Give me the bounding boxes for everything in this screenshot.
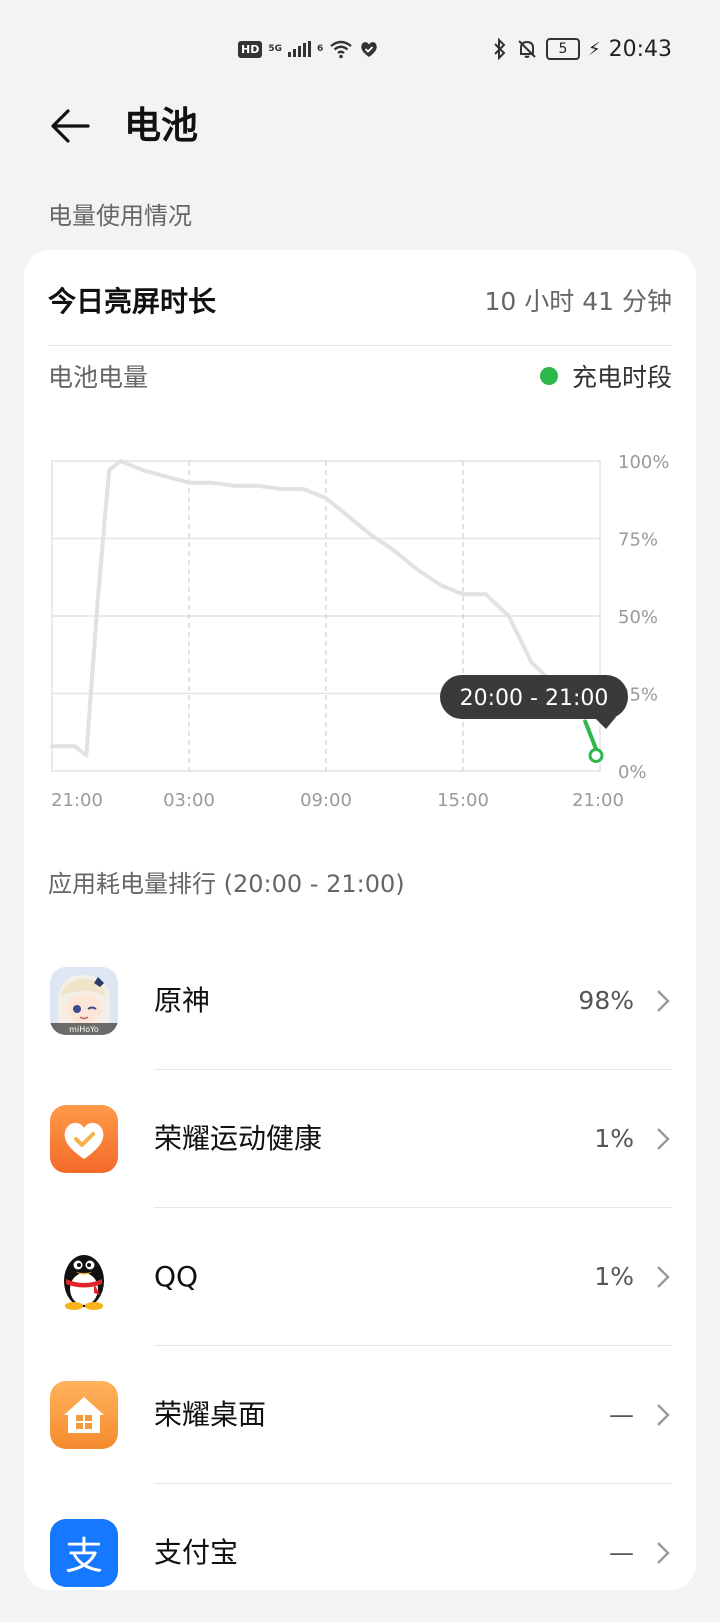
app-name: 荣耀桌面 — [154, 1398, 267, 1431]
legend-label: 充电时段 — [571, 363, 672, 392]
status-right: 5 ⚡ 20:43 — [492, 34, 672, 64]
screen-time-label: 今日亮屏时长 — [48, 285, 217, 318]
genshin-icon: miHoYo — [50, 967, 118, 1035]
battery-chart[interactable]: 100%75%50%25%0%21:00 03:00 09:00 15:00 21:00… — [24, 440, 696, 820]
app-name: QQ — [154, 1260, 199, 1293]
divider — [48, 345, 672, 346]
home-icon — [50, 1381, 118, 1449]
chevron-right-icon — [657, 1266, 670, 1288]
section-label: 电量使用情况 — [48, 202, 192, 230]
chevron-right-icon — [657, 1542, 670, 1564]
app-row-honor-launcher[interactable]: 荣耀桌面 — — [24, 1346, 696, 1484]
app-usage-value: 1% — [594, 1262, 634, 1291]
x-tick-label: 15:00 — [437, 790, 489, 811]
qq-penguin-icon — [50, 1243, 118, 1311]
app-name: 原神 — [154, 984, 211, 1017]
wifi-6-label: 6 — [317, 43, 324, 54]
app-row-genshin[interactable]: miHoYo 原神 98% — [24, 932, 696, 1070]
x-tick-label: 21:00 — [51, 790, 103, 811]
ranking-title: 应用耗电量排行 (20:00 - 21:00) — [48, 870, 405, 898]
legend-dot — [539, 367, 558, 385]
y-tick-label: 0% — [618, 762, 647, 783]
battery-card: 今日亮屏时长 10 小时 41 分钟 电池电量 充电时段 100% 75% 50% 2… — [24, 250, 696, 1590]
app-row-honor-health[interactable]: 荣耀运动健康 1% — [24, 1070, 696, 1208]
alipay-icon: 支 — [50, 1519, 118, 1587]
signal-icon — [288, 41, 311, 57]
app-usage-value: — — [609, 1400, 634, 1429]
status-bar: HD 5G 6 5 ⚡ 20:43 — [0, 0, 720, 96]
app-name: 荣耀运动健康 — [154, 1122, 323, 1155]
network-5g-label: 5G — [268, 43, 282, 54]
tooltip-label: 20:00 - 21:00 — [460, 686, 609, 711]
chevron-right-icon — [657, 1128, 670, 1150]
page-title: 电池 — [124, 104, 198, 147]
battery-level-row: 电池电量 充电时段 — [48, 356, 672, 396]
charging-legend: 充电时段 — [539, 358, 672, 394]
battery-label: 电池电量 — [48, 363, 149, 392]
x-tick-label: 09:00 — [300, 790, 352, 811]
back-arrow-icon[interactable] — [48, 104, 92, 148]
battery-icon: 5 — [545, 38, 580, 60]
hd-icon: HD — [238, 40, 263, 58]
charging-icon: ⚡ — [587, 38, 601, 60]
app-row-alipay[interactable]: 支 支付宝 — — [24, 1484, 696, 1622]
svg-text:miHoYo: miHoYo — [69, 1025, 99, 1034]
status-time: 20:43 — [608, 36, 672, 62]
selected-point-marker — [588, 748, 604, 763]
screen-time-row: 今日亮屏时长 10 小时 41 分钟 — [48, 278, 672, 322]
app-row-qq[interactable]: QQ 1% — [24, 1208, 696, 1346]
mute-icon — [518, 40, 536, 58]
screen-time-value: 10 小时 41 分钟 — [484, 287, 672, 316]
x-tick-label: 21:00 — [572, 790, 624, 811]
svg-text:支: 支 — [65, 1534, 103, 1578]
status-left: HD 5G 6 — [238, 36, 379, 62]
x-tick-label: 03:00 — [163, 790, 215, 811]
wifi-icon — [330, 40, 353, 59]
app-usage-value: — — [609, 1538, 634, 1567]
tooltip-pointer — [594, 717, 616, 729]
bluetooth-icon — [494, 38, 506, 60]
app-usage-value: 98% — [578, 986, 634, 1015]
app-name: 支付宝 — [154, 1536, 239, 1569]
honor-health-icon — [50, 1105, 118, 1173]
heart-shield-icon — [361, 42, 378, 57]
app-usage-value: 1% — [594, 1124, 634, 1153]
y-tick-label: 50% — [618, 607, 658, 628]
chevron-right-icon — [657, 990, 670, 1012]
chevron-right-icon — [657, 1404, 670, 1426]
y-tick-label: 100% — [618, 452, 669, 473]
y-tick-label: 75% — [618, 530, 658, 551]
